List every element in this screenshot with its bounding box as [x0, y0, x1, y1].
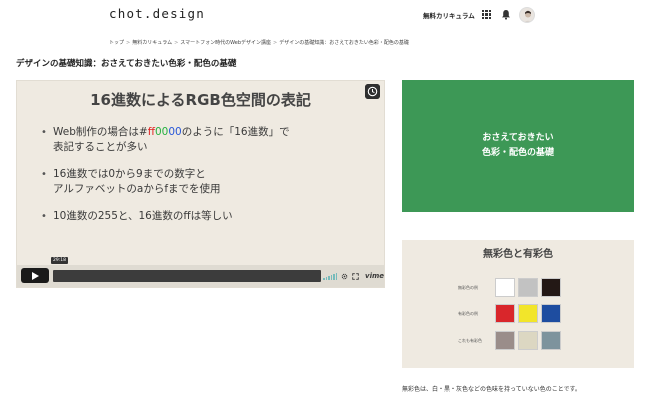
- hex-red: ff: [147, 126, 155, 138]
- breadcrumb-separator: >: [126, 40, 131, 46]
- breadcrumb-item-current: デザインの基礎知識：おさえておきたい色彩・配色の基礎: [279, 40, 409, 46]
- color-swatch: [495, 331, 515, 350]
- play-icon[interactable]: [21, 268, 49, 283]
- bullet-text: 10進数の255と、16進数のffは等しい: [53, 210, 233, 222]
- bullet-text: 16進数では0から9までの数字と: [53, 168, 206, 180]
- bullet-marker: •: [41, 169, 47, 180]
- fullscreen-icon[interactable]: [352, 272, 359, 280]
- settings-icon[interactable]: [341, 273, 348, 280]
- swatch-row-label: これも有彩色: [458, 337, 482, 343]
- volume-icon[interactable]: [323, 272, 337, 280]
- color-swatch: [541, 304, 561, 323]
- breadcrumb-item-top[interactable]: トップ: [109, 40, 124, 46]
- color-swatch: [518, 331, 538, 350]
- breadcrumb-item-course[interactable]: スマートフォン時代のWebデザイン講座: [180, 40, 271, 46]
- color-swatch: [518, 278, 538, 297]
- slide-title: 16進数によるRGB色空間の表記: [90, 91, 311, 109]
- course-banner-line1: おさえておきたい: [482, 133, 554, 143]
- color-swatch: [541, 331, 561, 350]
- swatch-row-label: 有彩色の例: [458, 310, 478, 316]
- swatch-row-muted-chromatic: これも有彩色: [458, 331, 564, 350]
- clock-icon[interactable]: [365, 84, 380, 99]
- grid-menu-icon[interactable]: [482, 10, 491, 19]
- slide-bullet: • 16進数では0から9までの数字と アルファベットのaからfまでを使用: [41, 167, 371, 197]
- color-example-card: 無彩色と有彩色 無彩色の例 有彩色の例 これも有彩色: [402, 240, 634, 368]
- video-progress-bar[interactable]: [53, 270, 321, 282]
- nav-link-free-curriculum[interactable]: 無料カリキュラム: [423, 10, 475, 20]
- article-body-text: 無彩色は、白・黒・灰色などの色味を持っていない色のことです。: [402, 386, 581, 393]
- vimeo-logo[interactable]: vimeo: [365, 272, 384, 280]
- video-player[interactable]: 16進数によるRGB色空間の表記 • Web制作の場合は#ff0000のように「…: [16, 80, 385, 288]
- course-banner[interactable]: おさえておきたい 色彩・配色の基礎: [402, 80, 634, 212]
- video-controls: 29:18 vimeo: [17, 257, 384, 287]
- breadcrumb: トップ > 無料カリキュラム > スマートフォン時代のWebデザイン講座 > デザインの基礎…: [109, 39, 409, 46]
- swatch-row-achromatic: 無彩色の例: [458, 278, 564, 297]
- bullet-text: のように「16進数」で: [181, 126, 290, 138]
- bullet-text: 表記することが多い: [53, 141, 148, 153]
- slide-bullet: • 10進数の255と、16進数のffは等しい: [41, 209, 371, 224]
- site-logo[interactable]: chot.design: [109, 6, 205, 21]
- color-swatch: [495, 304, 515, 323]
- color-card-title: 無彩色と有彩色: [483, 249, 553, 260]
- hex-blue: 00: [168, 126, 182, 138]
- breadcrumb-separator: >: [174, 40, 179, 46]
- color-swatch: [495, 278, 515, 297]
- page-title: デザインの基礎知識：おさえておきたい色彩・配色の基礎: [16, 59, 237, 69]
- site-header: chot.design 無料カリキュラム: [0, 0, 650, 34]
- hex-green: 00: [154, 126, 169, 138]
- breadcrumb-separator: >: [273, 40, 278, 46]
- user-avatar[interactable]: [519, 7, 535, 23]
- bullet-text: Web制作の場合は: [53, 126, 139, 138]
- bullet-marker: •: [41, 127, 47, 138]
- bullet-marker: •: [41, 211, 47, 222]
- color-swatch: [541, 278, 561, 297]
- slide-bullets: • Web制作の場合は#ff0000のように「16進数」で 表記することが多い …: [41, 125, 371, 236]
- bullet-text: アルファベットのaからfまでを使用: [53, 183, 221, 195]
- video-control-icons: vimeo: [323, 269, 384, 283]
- color-swatch: [518, 304, 538, 323]
- swatch-row-chromatic: 有彩色の例: [458, 304, 564, 323]
- swatch-row-label: 無彩色の例: [458, 284, 478, 290]
- breadcrumb-item-curriculum[interactable]: 無料カリキュラム: [132, 40, 172, 46]
- hex-hash: #: [138, 126, 148, 138]
- slide-bullet: • Web制作の場合は#ff0000のように「16進数」で 表記することが多い: [41, 125, 371, 155]
- video-time: 29:18: [51, 257, 68, 264]
- bell-icon[interactable]: [501, 9, 511, 20]
- course-banner-line2: 色彩・配色の基礎: [481, 148, 554, 158]
